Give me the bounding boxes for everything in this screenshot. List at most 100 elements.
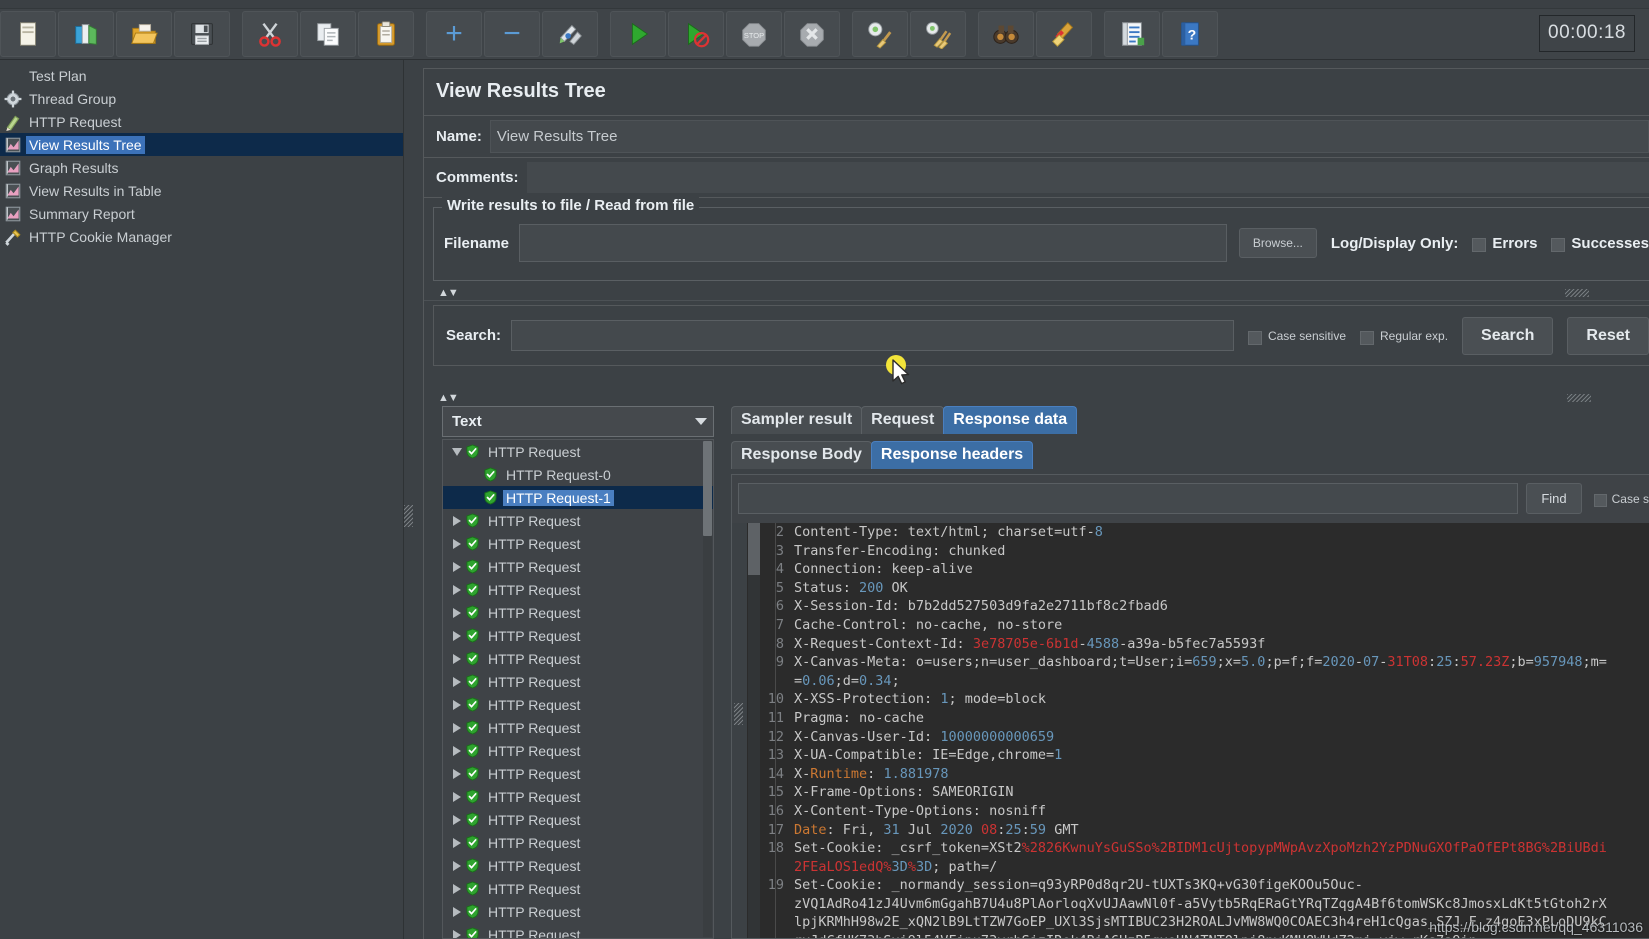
sidebar-item-test-plan[interactable]: Test Plan bbox=[0, 64, 403, 87]
results-tree-item[interactable]: HTTP Request-0 bbox=[443, 463, 713, 486]
expand-all-button[interactable]: + bbox=[426, 10, 482, 57]
chevron-right-icon[interactable] bbox=[449, 745, 465, 756]
lower-split-arrows[interactable]: ▲▼ bbox=[438, 392, 459, 405]
shutdown-button[interactable] bbox=[784, 10, 840, 57]
results-tree-item[interactable]: HTTP Request bbox=[443, 624, 713, 647]
chevron-right-icon[interactable] bbox=[449, 561, 465, 572]
results-tree-item[interactable]: HTTP Request bbox=[443, 831, 713, 854]
tab-response-data[interactable]: Response data bbox=[943, 406, 1078, 434]
results-tree-item[interactable]: HTTP Request bbox=[443, 578, 713, 601]
tab-sampler-result[interactable]: Sampler result bbox=[731, 406, 863, 434]
chevron-right-icon[interactable] bbox=[449, 768, 465, 779]
results-tree-item[interactable]: HTTP Request bbox=[443, 601, 713, 624]
sidebar-item-graph-results[interactable]: Graph Results bbox=[0, 156, 403, 179]
results-tree-item[interactable]: HTTP Request bbox=[443, 509, 713, 532]
sidebar-item-view-results-in-table[interactable]: View Results in Table bbox=[0, 179, 403, 202]
lower-split-grip[interactable] bbox=[1567, 394, 1591, 402]
reset-search-button[interactable] bbox=[1036, 10, 1092, 57]
chevron-right-icon[interactable] bbox=[449, 883, 465, 894]
split-collapse-arrows[interactable]: ▲▼ bbox=[438, 287, 459, 300]
chevron-right-icon[interactable] bbox=[449, 791, 465, 802]
reset-button[interactable]: Reset bbox=[1567, 316, 1649, 355]
chevron-right-icon[interactable] bbox=[449, 699, 465, 710]
open-button[interactable] bbox=[116, 10, 172, 57]
chevron-right-icon[interactable] bbox=[449, 722, 465, 733]
help-button[interactable]: ? bbox=[1162, 10, 1218, 57]
response-headers-viewer[interactable]: 2 Content-Type: text/html; charset=utf-8 3… bbox=[732, 523, 1649, 938]
function-helper-button[interactable] bbox=[1104, 10, 1160, 57]
results-tree-item[interactable]: HTTP Request bbox=[443, 785, 713, 808]
results-tree-item[interactable]: HTTP Request bbox=[443, 670, 713, 693]
lower-split-divider[interactable]: ▲▼ bbox=[433, 392, 1649, 406]
search-button[interactable] bbox=[978, 10, 1034, 57]
save-button[interactable] bbox=[174, 10, 230, 57]
find-input[interactable] bbox=[738, 483, 1519, 514]
chevron-down-icon[interactable] bbox=[449, 447, 465, 456]
chevron-right-icon[interactable] bbox=[449, 538, 465, 549]
collapse-all-button[interactable]: − bbox=[484, 10, 540, 57]
templates-button[interactable] bbox=[58, 10, 114, 57]
find-button[interactable]: Find bbox=[1526, 483, 1582, 514]
results-tree-item[interactable]: HTTP Request-1 bbox=[443, 486, 713, 509]
toggle-button[interactable] bbox=[542, 10, 598, 57]
upper-split-divider[interactable]: ▲▼ bbox=[424, 287, 1649, 301]
chevron-right-icon[interactable] bbox=[449, 906, 465, 917]
chevron-right-icon[interactable] bbox=[449, 860, 465, 871]
results-tree-item[interactable]: HTTP Request bbox=[443, 762, 713, 785]
results-tree-item[interactable]: HTTP Request bbox=[443, 739, 713, 762]
results-tree-item[interactable]: HTTP Request bbox=[443, 808, 713, 831]
chevron-right-icon[interactable] bbox=[449, 653, 465, 664]
browse-button[interactable]: Browse... bbox=[1238, 228, 1317, 258]
regular-exp-checkbox[interactable] bbox=[1360, 330, 1374, 345]
sidebar-item-http-request[interactable]: HTTP Request bbox=[0, 110, 403, 133]
chevron-right-icon[interactable] bbox=[449, 515, 465, 526]
sidebar-item-view-results-tree[interactable]: View Results Tree bbox=[0, 133, 403, 156]
results-tree[interactable]: HTTP Request HTTP Request-0 HTTP Request-1… bbox=[442, 439, 714, 939]
case-sensitive-checkbox[interactable] bbox=[1247, 330, 1262, 345]
paste-button[interactable] bbox=[358, 10, 414, 57]
filename-input[interactable] bbox=[519, 224, 1227, 262]
tab-request[interactable]: Request bbox=[861, 406, 945, 434]
results-tree-item[interactable]: HTTP Request bbox=[443, 555, 713, 578]
find-case-sensitive-checkbox[interactable] bbox=[1593, 494, 1607, 507]
render-type-combo[interactable]: Text bbox=[442, 406, 714, 437]
results-tree-item[interactable]: HTTP Request bbox=[443, 900, 713, 923]
results-tree-item[interactable]: HTTP Request bbox=[443, 716, 713, 739]
search-input[interactable] bbox=[511, 320, 1234, 351]
name-input[interactable] bbox=[489, 120, 1649, 153]
results-tree-item[interactable]: HTTP Request bbox=[443, 647, 713, 670]
results-tree-item[interactable]: HTTP Request bbox=[443, 854, 713, 877]
chevron-right-icon[interactable] bbox=[449, 630, 465, 641]
viewer-grip[interactable] bbox=[734, 703, 743, 725]
results-tree-item[interactable]: HTTP Request bbox=[443, 877, 713, 900]
sidebar-item-summary-report[interactable]: Summary Report bbox=[0, 202, 403, 225]
successes-checkbox[interactable] bbox=[1551, 238, 1566, 252]
tab-response-body[interactable]: Response Body bbox=[731, 441, 872, 469]
stop-button[interactable]: STOP bbox=[726, 10, 782, 57]
search-button[interactable]: Search bbox=[1462, 316, 1554, 355]
results-tree-item[interactable]: HTTP Request bbox=[443, 923, 713, 938]
viewer-scroll-thumb[interactable] bbox=[748, 523, 760, 575]
errors-checkbox[interactable] bbox=[1472, 238, 1487, 252]
horizontal-split-grip[interactable] bbox=[404, 505, 413, 527]
chevron-right-icon[interactable] bbox=[449, 676, 465, 687]
split-grip[interactable] bbox=[1565, 289, 1589, 297]
copy-button[interactable] bbox=[300, 10, 356, 57]
sidebar-item-thread-group[interactable]: Thread Group bbox=[0, 87, 403, 110]
sidebar-item-http-cookie-manager[interactable]: HTTP Cookie Manager bbox=[0, 225, 403, 248]
start-button[interactable] bbox=[610, 10, 666, 57]
chevron-right-icon[interactable] bbox=[449, 929, 465, 938]
chevron-right-icon[interactable] bbox=[449, 607, 465, 618]
comments-input[interactable] bbox=[526, 162, 1649, 193]
clear-button[interactable] bbox=[852, 10, 908, 57]
results-tree-item[interactable]: HTTP Request bbox=[443, 532, 713, 555]
clear-all-button[interactable] bbox=[910, 10, 966, 57]
chevron-right-icon[interactable] bbox=[449, 584, 465, 595]
new-test-plan-button[interactable] bbox=[0, 10, 56, 57]
chevron-right-icon[interactable] bbox=[449, 837, 465, 848]
results-tree-scroll-thumb[interactable] bbox=[703, 441, 712, 536]
cut-button[interactable] bbox=[242, 10, 298, 57]
chevron-right-icon[interactable] bbox=[449, 814, 465, 825]
results-tree-scrollbar[interactable] bbox=[703, 441, 712, 937]
results-tree-item[interactable]: HTTP Request bbox=[443, 693, 713, 716]
